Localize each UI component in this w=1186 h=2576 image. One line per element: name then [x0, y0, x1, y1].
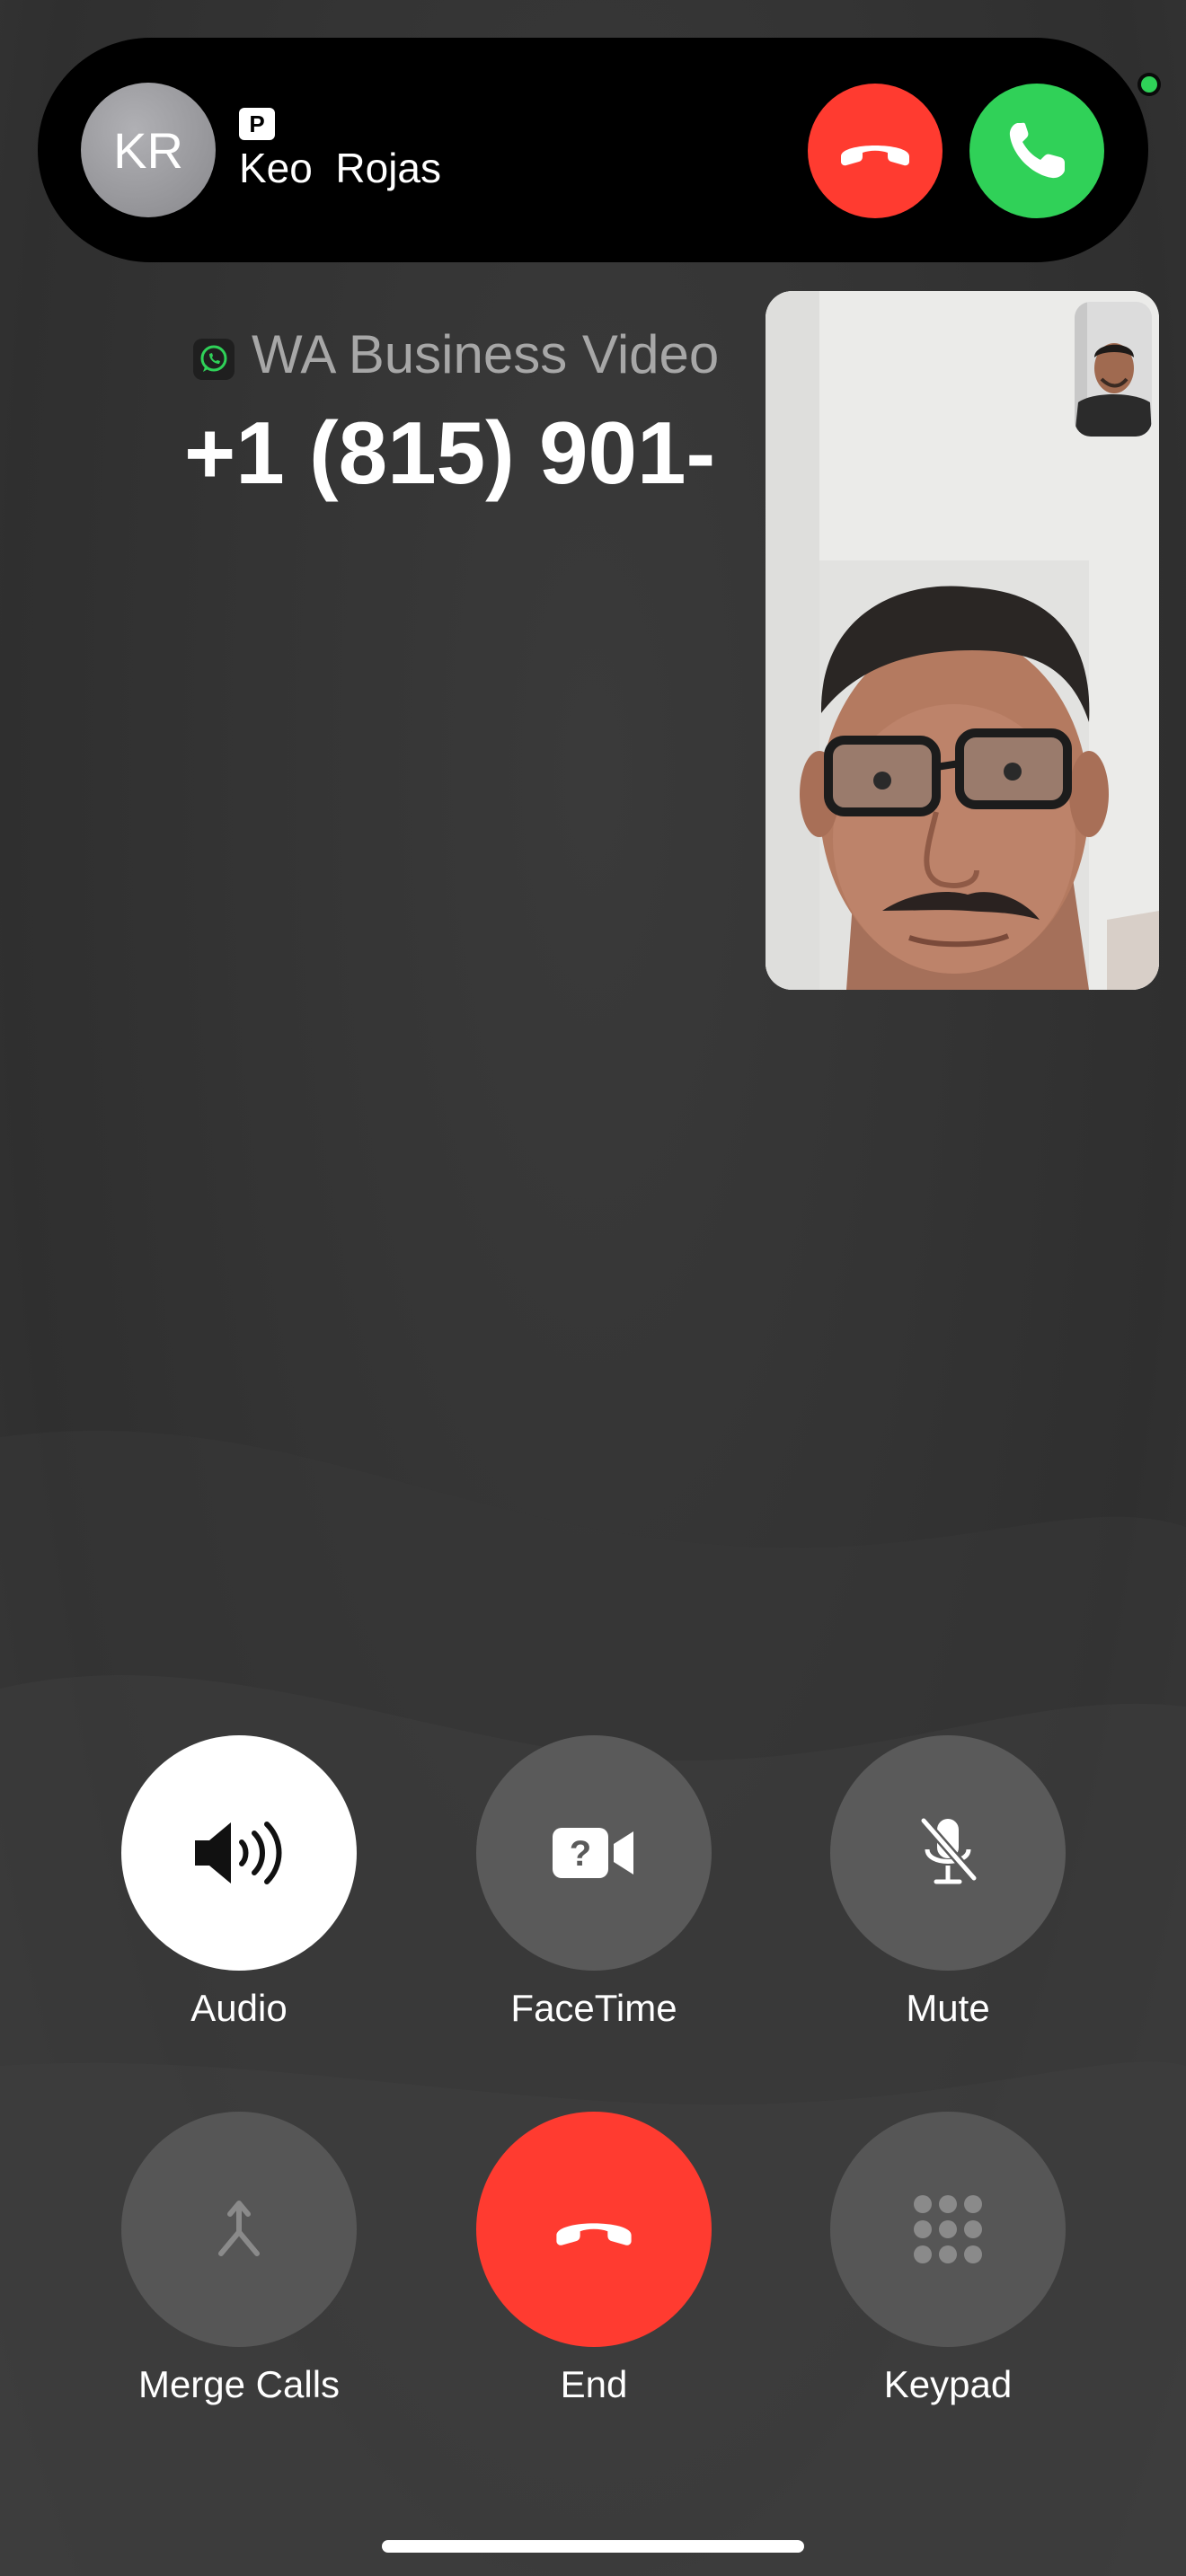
- merge-icon: [218, 2201, 260, 2256]
- camera-indicator-dot: [1141, 76, 1157, 93]
- incoming-call-banner[interactable]: KR P Keo Rojas: [38, 38, 1148, 262]
- call-source-label: WA Business Video: [252, 324, 720, 384]
- end-call-button[interactable]: [476, 2112, 712, 2347]
- merge-calls-label: Merge Calls: [137, 2363, 341, 2405]
- facetime-video-icon: ?: [553, 1828, 633, 1878]
- home-indicator[interactable]: [382, 2540, 804, 2553]
- phone-down-icon: [556, 2223, 632, 2245]
- audio-label: Audio: [190, 1987, 288, 2029]
- remote-video-feed[interactable]: [766, 291, 1159, 990]
- caller-name: Keo Rojas: [239, 145, 442, 191]
- keypad-icon: [914, 2195, 982, 2263]
- audio-button[interactable]: [121, 1735, 357, 1971]
- call-screen: KR P Keo Rojas WA Business Video +1 (815…: [0, 0, 1186, 2576]
- avatar: KR: [81, 83, 216, 217]
- decline-button[interactable]: [808, 84, 943, 218]
- self-video-preview[interactable]: [1075, 302, 1152, 437]
- merge-calls-button[interactable]: [121, 2112, 357, 2347]
- keypad-label: Keypad: [883, 2363, 1013, 2405]
- phone-down-icon: [841, 146, 909, 166]
- contact-badge: P: [239, 108, 275, 140]
- phone-icon: [1009, 122, 1065, 179]
- mute-button[interactable]: [830, 1735, 1066, 1971]
- mute-label: Mute: [906, 1987, 990, 2029]
- accept-button[interactable]: [969, 84, 1104, 218]
- phone-number: +1 (815) 901-: [184, 403, 716, 502]
- keypad-button[interactable]: [830, 2112, 1066, 2347]
- whatsapp-icon: [193, 339, 235, 380]
- facetime-label: FaceTime: [510, 1987, 677, 2029]
- mic-slash-icon: [920, 1817, 978, 1884]
- speaker-icon: [195, 1822, 282, 1884]
- self-video-image: [1075, 302, 1152, 437]
- svg-text:?: ?: [570, 1834, 591, 1874]
- facetime-button[interactable]: ?: [476, 1735, 712, 1971]
- end-call-label: End: [560, 2363, 628, 2405]
